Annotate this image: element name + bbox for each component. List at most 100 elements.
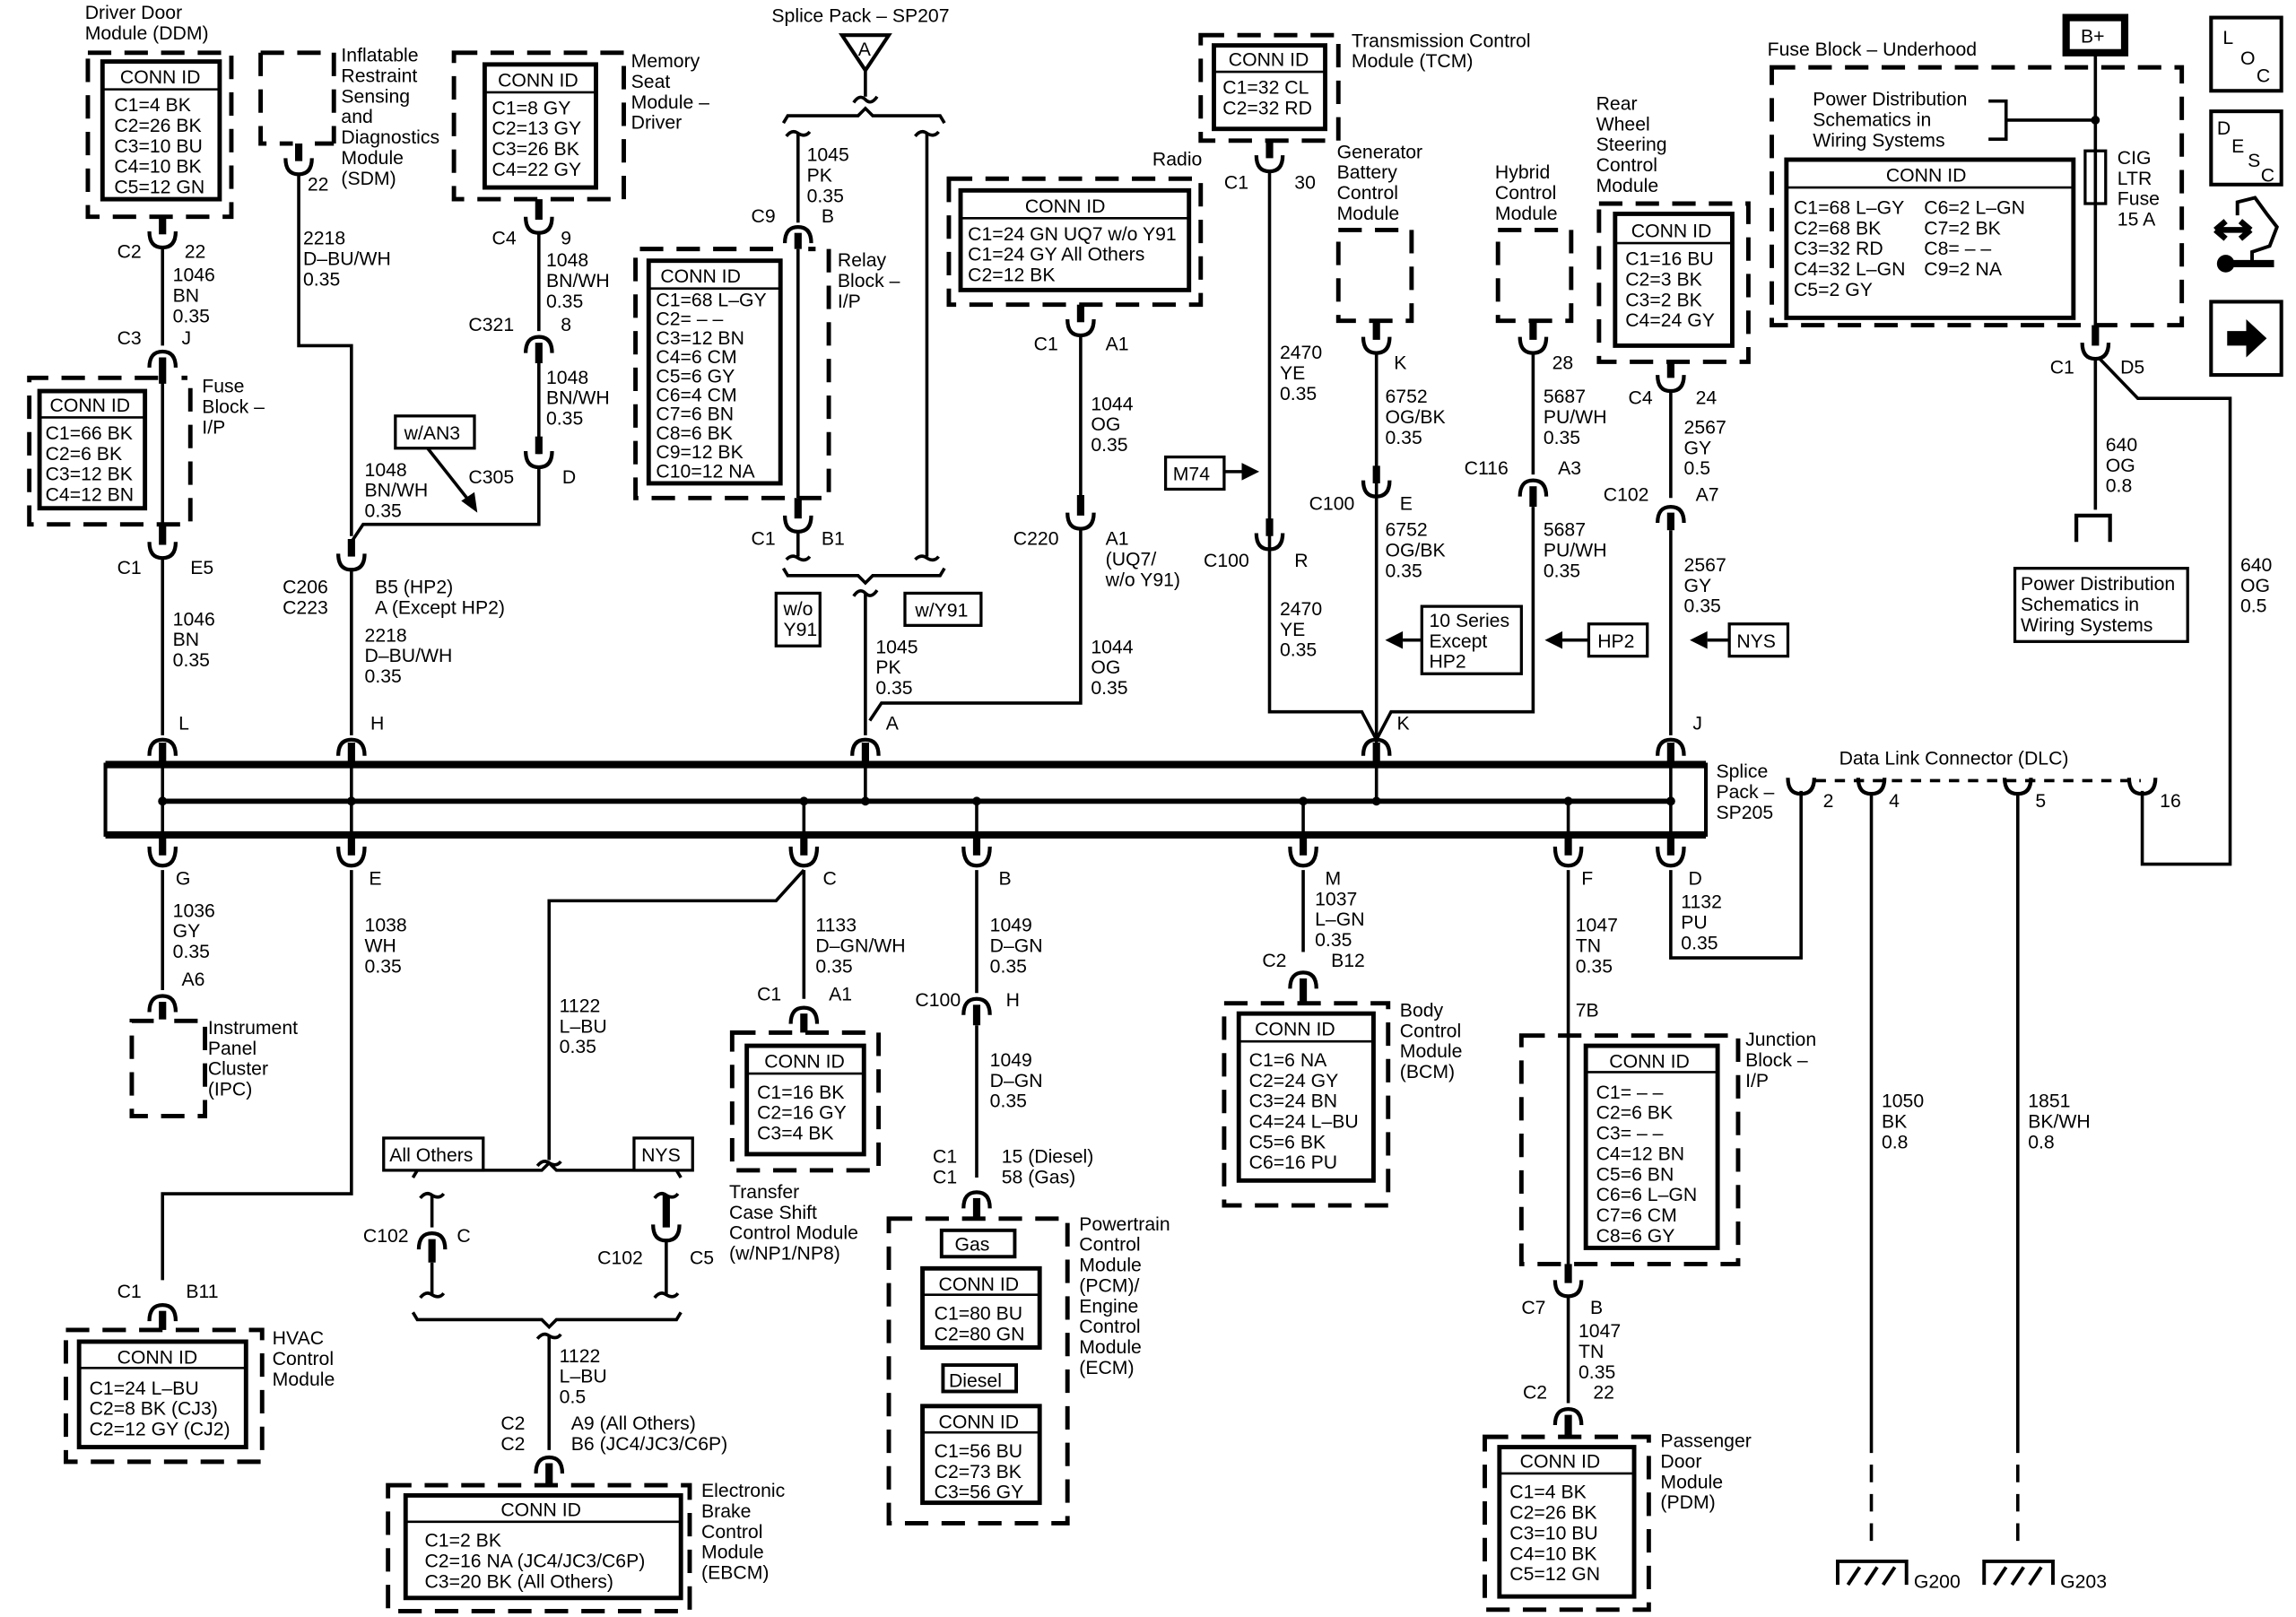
option-w-y91[interactable]: w/Y91 xyxy=(903,591,983,627)
jbip-conn-row: C8=6 GY xyxy=(1596,1226,1675,1247)
splice-pin-label: A xyxy=(886,713,900,734)
ground-label: G200 xyxy=(1914,1571,1961,1592)
conn-label: C2 xyxy=(1523,1383,1547,1404)
pin-label: B1 xyxy=(822,529,845,550)
splice-pin-label: D xyxy=(1688,868,1701,889)
option-nys-2[interactable]: NYS xyxy=(632,1136,694,1172)
splice-pin-label: K xyxy=(1397,713,1410,734)
splice-pack-sp207[interactable]: Splice Pack – SP207 A xyxy=(771,5,950,74)
bcm-conn-row: C6=16 PU xyxy=(1249,1152,1337,1173)
module-junction-block-ip[interactable]: CONN ID C1= – – C2=6 BK C3= – – C4=12 BN… xyxy=(1518,1030,1816,1266)
option-10-series-except-hp2[interactable]: 10 Series Except HP2 xyxy=(1420,604,1523,675)
circuit-number: 1045 xyxy=(807,145,849,166)
ebcm-conn-row: C1=2 BK xyxy=(424,1531,501,1552)
module-pdm[interactable]: CONN ID C1=4 BK C2=26 BK C3=10 BU C4=10 … xyxy=(1483,1431,1752,1613)
option-nys[interactable]: NYS xyxy=(1727,622,1790,658)
module-rear-wheel-steering[interactable]: Rear Wheel Steering Control Module CONN … xyxy=(1596,93,1751,364)
module-ddm[interactable]: Driver Door Module (DDM) CONN ID C1=4 BK… xyxy=(85,3,234,220)
ddm-conn-row: C5=12 GN xyxy=(114,178,204,198)
option-label: Except xyxy=(1429,631,1487,652)
module-fuse-block-ip[interactable]: Fuse Block – I/P CONN ID C1=66 BK C2=6 B… xyxy=(27,375,265,527)
rwsc-conn-row: C1=16 BU xyxy=(1625,249,1713,270)
conn-label: C1 xyxy=(1224,173,1248,194)
fbip-conn-header: CONN ID xyxy=(50,396,131,416)
jbip-conn-row: C2=6 BK xyxy=(1596,1103,1674,1124)
option-w-an3[interactable]: w/AN3 xyxy=(394,414,476,450)
pin-label: A1 xyxy=(1106,334,1129,354)
module-tcm[interactable]: CONN ID C1=32 CL C2=32 RD Transmission C… xyxy=(1198,30,1531,143)
ddm-title-1: Driver Door xyxy=(85,3,182,23)
module-memory-seat[interactable]: CONN ID C1=8 GY C2=13 GY C3=26 BK C4=22 … xyxy=(451,50,709,202)
module-bcm[interactable]: CONN ID C1=6 NA C2=24 GY C3=24 BN C4=24 … xyxy=(1222,1000,1463,1208)
fbip-conn-row: C1=66 BK xyxy=(46,423,133,444)
circuit-number: 1047 xyxy=(1576,916,1618,936)
sdm-title: Diagnostics xyxy=(341,127,439,148)
module-transfer-case[interactable]: CONN ID C1=16 BK C2=16 GY C3=4 BK Transf… xyxy=(729,1030,882,1265)
option-label: w/o xyxy=(782,599,813,620)
circuit-number: 1048 xyxy=(546,250,588,271)
circuit-color: PK xyxy=(807,166,832,187)
pin-label: 7B xyxy=(1576,1000,1599,1021)
module-ipc[interactable]: Instrument Panel Cluster (IPC) xyxy=(129,1018,298,1118)
splice-pack-sp205[interactable]: Splice Pack – SP205 xyxy=(103,761,1775,839)
pin-label: 15 (Diesel) xyxy=(1002,1147,1094,1168)
location-icon-button[interactable]: L O C xyxy=(2209,15,2283,93)
hvac-title: HVAC xyxy=(273,1328,324,1349)
loc-letter: O xyxy=(2240,48,2256,69)
circuit-number: 1038 xyxy=(365,916,407,936)
circuit-gauge: 0.35 xyxy=(365,666,402,687)
circuit-number: 5687 xyxy=(1544,387,1586,407)
splice-node xyxy=(1371,796,1381,806)
module-hvac[interactable]: CONN ID C1=24 L–BU C2=8 BK (CJ3) C2=12 G… xyxy=(64,1327,335,1465)
circuit-number: 640 xyxy=(2106,435,2137,456)
fuse-label: CIG xyxy=(2118,148,2152,169)
loc-letter: C xyxy=(2257,65,2270,86)
pin-label: 22 xyxy=(1593,1383,1614,1404)
jbip-conn-header: CONN ID xyxy=(1609,1052,1690,1073)
module-generator-battery-control[interactable]: Generator Battery Control Module xyxy=(1335,142,1423,324)
circuit-number: 5687 xyxy=(1544,520,1586,541)
circuit-color: YE xyxy=(1280,363,1305,384)
pin-label: 24 xyxy=(1696,388,1718,409)
description-icon-button[interactable]: D E S C xyxy=(2209,109,2283,187)
pin-label: 8 xyxy=(561,315,571,335)
module-pcm-ecm[interactable]: Gas CONN ID C1=80 BU C2=80 GN Diesel CON… xyxy=(886,1214,1170,1526)
pcm-conn-row: C1=80 BU xyxy=(935,1303,1022,1324)
next-page-arrow-button[interactable] xyxy=(2209,300,2283,378)
connector-repair-icon[interactable] xyxy=(2213,196,2280,273)
module-ebcm[interactable]: CONN ID C1=2 BK C2=16 NA (JC4/JC3/C6P) C… xyxy=(386,1481,786,1613)
option-hp2[interactable]: HP2 xyxy=(1587,622,1649,658)
option-label: HP2 xyxy=(1429,652,1465,673)
circuit-color: GY xyxy=(173,921,201,942)
fbu-pd-ref: Power Distribution xyxy=(1813,90,1967,110)
pdm-conn-row: C4=10 BK xyxy=(1509,1543,1596,1564)
dlc-pin-label: 16 xyxy=(2160,791,2181,812)
ipc-title: Instrument xyxy=(208,1018,298,1039)
module-radio[interactable]: Radio CONN ID C1=24 GN UQ7 w/o Y91 C1=24… xyxy=(946,150,1204,308)
module-relay-block-ip[interactable]: CONN ID C1=68 L–GY C2= – – C3=12 BN C4=6… xyxy=(633,247,900,500)
data-link-connector[interactable]: Data Link Connector (DLC) 2 4 5 16 xyxy=(1787,749,2181,812)
tcsm-title: Case Shift xyxy=(729,1203,817,1223)
option-wo-y91[interactable]: w/o Y91 xyxy=(774,591,822,648)
option-label: M74 xyxy=(1173,465,1210,485)
conn-label: C102 xyxy=(363,1226,409,1247)
power-distribution-ref-box[interactable]: Power Distribution Schematics in Wiring … xyxy=(2013,567,2189,643)
module-fuse-block-underhood[interactable]: Fuse Block – Underhood Power Distributio… xyxy=(1768,39,2185,328)
pdm-title: Passenger xyxy=(1660,1431,1751,1452)
pcm-conn-row: C1=56 BU xyxy=(935,1441,1022,1462)
option-all-others[interactable]: All Others xyxy=(382,1136,485,1172)
circuit-color: BN/WH xyxy=(546,271,610,291)
msm-title: Driver xyxy=(631,113,683,134)
pcm-conn-row: C2=73 BK xyxy=(935,1462,1022,1482)
msm-title: Memory xyxy=(631,51,700,72)
option-m74[interactable]: M74 xyxy=(1163,455,1226,491)
relay-title: Relay xyxy=(838,250,887,271)
fbu-pd-ref: Schematics in xyxy=(1813,109,1931,130)
desc-letter: C xyxy=(2261,166,2274,187)
module-hybrid-control[interactable]: Hybrid Control Module xyxy=(1495,162,1574,324)
fbu-conn-row: C8= – – xyxy=(1924,239,1991,259)
pin-label: C xyxy=(457,1226,470,1247)
circuit-color: TN xyxy=(1576,936,1601,957)
bcm-conn-row: C2=24 GY xyxy=(1249,1071,1339,1091)
conn-label: C4 xyxy=(492,229,517,249)
